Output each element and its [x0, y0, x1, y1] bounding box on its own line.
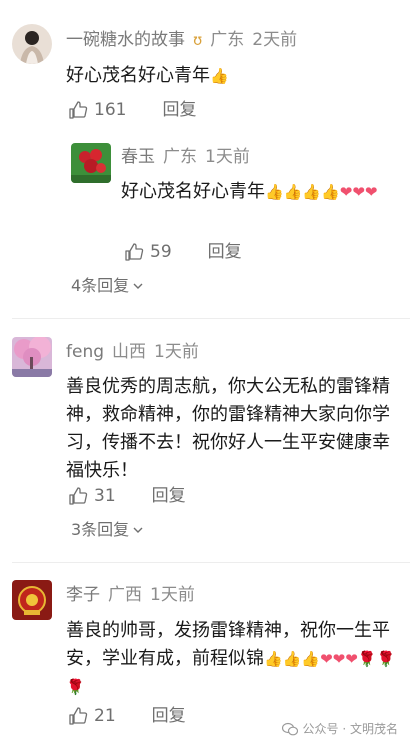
timestamp: 1天前	[205, 147, 250, 167]
reply-text-content: 好心茂名好心青年	[121, 181, 265, 202]
thumbs-up-emoji-icon: 👍	[283, 183, 303, 201]
timestamp: 2天前	[252, 30, 298, 50]
rose-emoji-icon: 🌹	[376, 650, 396, 668]
wechat-icon	[281, 722, 298, 735]
reply-button[interactable]: 回复	[152, 485, 186, 507]
rose-emoji-icon: 🌹	[66, 678, 85, 696]
comment-meta: feng 山西 1天前	[66, 341, 199, 363]
heart-emoji-icon: ❤	[332, 650, 346, 668]
timestamp: 1天前	[150, 585, 195, 605]
username[interactable]: 春玉	[121, 147, 155, 167]
more-replies-link[interactable]: 4条回复	[71, 275, 144, 297]
username[interactable]: 李子	[66, 585, 100, 605]
reply-actions: 59 回复	[124, 241, 242, 263]
username[interactable]: feng	[66, 342, 104, 362]
badge-icon: ʊ	[193, 31, 203, 49]
like-count: 31	[94, 486, 116, 506]
thumbs-up-outline-icon[interactable]	[68, 100, 88, 120]
thumbs-up-emoji-icon: 👍	[302, 183, 322, 201]
thumbs-up-emoji-icon: 👍	[301, 650, 321, 668]
avatar[interactable]	[12, 580, 52, 620]
divider	[12, 318, 410, 319]
username[interactable]: 一碗糖水的故事	[66, 30, 185, 50]
comment-text: 善良的帅哥，发扬雷锋精神，祝你一生平安，学业有成，前程似锦👍👍👍❤❤❤🌹🌹🌹	[66, 617, 396, 701]
comment-text: 善良优秀的周志航，你大公无私的雷锋精神，救命精神，你的雷锋精神大家向你学习，传播…	[66, 376, 390, 481]
watermark-text: 公众号 · 文明茂名	[302, 722, 398, 736]
reply-button[interactable]: 回复	[152, 705, 186, 727]
thumbs-up-outline-icon[interactable]	[68, 706, 88, 726]
more-replies-link[interactable]: 3条回复	[71, 519, 144, 541]
like-count: 59	[150, 242, 172, 262]
more-replies-label: 3条回复	[71, 520, 130, 539]
comment-actions: 31 回复	[68, 485, 186, 507]
heart-emoji-icon: ❤	[364, 183, 378, 201]
location: 广东	[210, 30, 245, 50]
location: 广东	[163, 147, 197, 167]
heart-emoji-icon: ❤	[345, 650, 358, 668]
comment-actions: 21 回复	[68, 705, 186, 727]
comment-text-content: 好心茂名好心青年	[66, 65, 210, 86]
comment-meta: 李子 广西 1天前	[66, 584, 195, 606]
watermark: 公众号 · 文明茂名	[281, 720, 398, 737]
avatar[interactable]	[12, 337, 52, 377]
thumbs-up-outline-icon[interactable]	[68, 486, 88, 506]
like-count: 161	[94, 100, 127, 120]
heart-emoji-icon: ❤	[352, 183, 365, 201]
thumbs-up-outline-icon[interactable]	[124, 242, 144, 262]
more-replies-label: 4条回复	[71, 276, 130, 295]
comment-actions: 161 回复	[68, 99, 196, 121]
reply-meta: 春玉 广东 1天前	[121, 146, 250, 168]
reply-button[interactable]: 回复	[208, 241, 242, 263]
comment-meta: 一碗糖水的故事 ʊ 广东 2天前	[66, 29, 297, 51]
thumbs-up-emoji-icon: 👍	[321, 183, 340, 201]
chevron-down-icon	[133, 283, 143, 289]
avatar[interactable]	[71, 143, 111, 183]
rose-emoji-icon: 🌹	[357, 650, 377, 668]
thumbs-up-emoji-icon: 👍	[210, 67, 229, 85]
divider	[12, 562, 410, 563]
like-count: 21	[94, 706, 116, 726]
chevron-down-icon	[133, 527, 143, 533]
thumbs-up-emoji-icon: 👍	[264, 650, 283, 668]
avatar[interactable]	[12, 24, 52, 64]
location: 山西	[112, 342, 147, 362]
heart-emoji-icon: ❤	[320, 650, 333, 668]
reply-text: 好心茂名好心青年👍👍👍👍❤❤❤	[121, 178, 389, 206]
comment-text: 好心茂名好心青年👍	[66, 62, 396, 90]
thumbs-up-emoji-icon: 👍	[282, 650, 302, 668]
location: 广西	[108, 585, 142, 605]
thumbs-up-emoji-icon: 👍	[265, 183, 284, 201]
reply-button[interactable]: 回复	[162, 99, 196, 121]
heart-emoji-icon: ❤	[339, 183, 353, 201]
timestamp: 1天前	[154, 342, 199, 362]
